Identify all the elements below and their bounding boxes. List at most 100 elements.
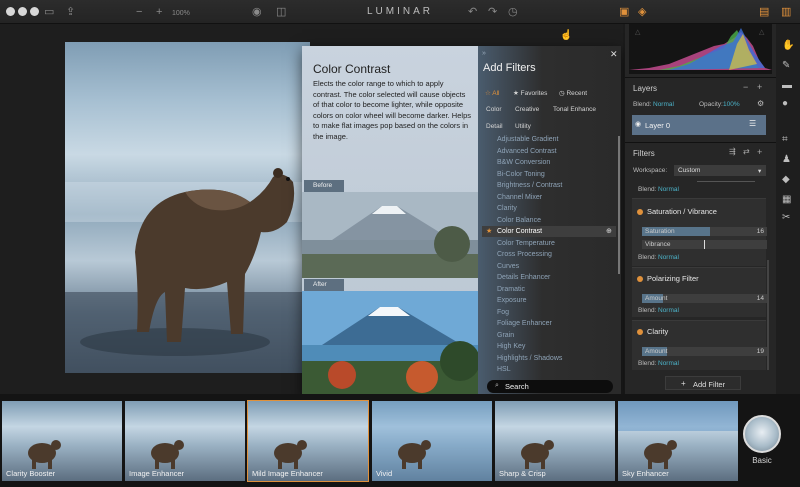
filter-item[interactable]: Cross Processing <box>497 251 552 258</box>
preset-thumbnail[interactable]: Clarity Booster <box>2 401 122 481</box>
add-layer-icon[interactable]: + <box>757 82 762 92</box>
add-filter-button[interactable]: + Add Filter <box>665 376 741 390</box>
opacity-value[interactable]: 100% <box>723 101 740 108</box>
histogram-graph: △ △ <box>629 28 772 70</box>
filter-item[interactable]: HSL <box>497 366 511 373</box>
filters-title: Filters <box>633 149 655 158</box>
filter-enabled-dot[interactable] <box>637 276 643 282</box>
filter-enabled-dot[interactable] <box>637 209 643 215</box>
filter-stack-icon[interactable]: ⇶ <box>729 147 736 156</box>
filter-item[interactable]: Channel Mixer <box>497 194 542 201</box>
bear-illustration <box>65 168 310 373</box>
filter-clarity[interactable]: Clarity Amount 19 Blend: Normal <box>632 320 767 370</box>
saturation-label: Saturation <box>645 228 675 235</box>
layer-row[interactable]: ◉ Layer 0 ☰ <box>632 115 766 135</box>
radial-mask-icon[interactable]: ● <box>782 98 788 109</box>
title-bar: ▭ ⇪ − + 100% ◉ ◫ LUMINAR ↶ ↷ ◷ ▣ ◈ ▤ ▥ <box>0 0 800 24</box>
filter-item[interactable]: Curves <box>497 263 519 270</box>
expand-icon[interactable]: » <box>482 50 486 57</box>
crop-icon[interactable]: ⌗ <box>782 134 788 145</box>
filter-blend-value[interactable]: Normal <box>658 307 679 314</box>
filter-enabled-dot[interactable] <box>637 329 643 335</box>
filter-item-selected[interactable]: Color Contrast <box>497 228 542 235</box>
filter-item[interactable]: Clarity <box>497 205 517 212</box>
scissors-icon[interactable]: ✂ <box>782 212 790 223</box>
gradient-mask-icon[interactable]: ▬ <box>782 80 792 91</box>
filter-item[interactable]: B&W Conversion <box>497 159 550 166</box>
panel-layout-icon[interactable]: ▤ <box>759 5 769 19</box>
filter-item[interactable]: Grain <box>497 332 514 339</box>
add-filter-icon[interactable]: + <box>757 147 762 157</box>
saturation-slider[interactable]: Saturation 16 <box>642 227 767 236</box>
filter-blend-value[interactable]: Normal <box>658 360 679 367</box>
filter-saturation-vibrance[interactable]: Saturation / Vibrance Saturation 16 Vibr… <box>632 198 767 266</box>
filter-item[interactable]: Fog <box>497 309 509 316</box>
filter-item[interactable]: Dramatic <box>497 286 525 293</box>
filter-polarizing[interactable]: Polarizing Filter Amount 14 Blend: Norma… <box>632 267 767 317</box>
filter-search-input[interactable]: ⌕ Search <box>487 380 613 393</box>
vibrance-slider[interactable]: Vibrance <box>642 240 767 249</box>
amount-label: Amount <box>645 295 668 302</box>
pattern-icon[interactable]: ▦ <box>782 194 791 205</box>
filter-item[interactable]: Bi-Color Toning <box>497 171 545 178</box>
right-panel: △ △ Layers − + Blend: Normal Opacity: 10… <box>625 24 776 394</box>
collapse-icon[interactable]: − <box>743 82 748 92</box>
category-utility[interactable]: Utility <box>515 123 531 130</box>
amount-value: 19 <box>756 348 764 355</box>
filter-item[interactable]: High Key <box>497 343 525 350</box>
brush-icon[interactable]: ✎ <box>782 60 790 71</box>
category-color[interactable]: Color <box>486 106 502 113</box>
category-detail[interactable]: Detail <box>486 123 503 130</box>
close-popup-icon[interactable]: ✕ <box>610 49 618 60</box>
search-placeholder: Search <box>505 382 529 391</box>
filter-item[interactable]: Highlights / Shadows <box>497 355 562 362</box>
filter-item[interactable]: Exposure <box>497 297 527 304</box>
add-filters-title: Add Filters <box>483 62 536 74</box>
preset-thumbnail-active[interactable]: Mild Image Enhancer <box>247 400 369 482</box>
history-icon[interactable]: ◷ <box>508 5 518 19</box>
undo-icon[interactable]: ↶ <box>468 5 477 19</box>
eraser-icon[interactable]: ◆ <box>782 174 790 185</box>
preset-category-button[interactable] <box>743 415 781 453</box>
filter-list-scrollbar[interactable] <box>618 136 620 274</box>
filter-item[interactable]: Advanced Contrast <box>497 148 557 155</box>
preset-thumbnail[interactable]: Vivid <box>372 401 492 481</box>
layers-blend-value[interactable]: Normal <box>653 101 674 108</box>
category-tonal-enhance[interactable]: Tonal Enhance <box>553 106 596 113</box>
filter-item[interactable]: Adjustable Gradient <box>497 136 558 143</box>
category-favorites[interactable]: ★ Favorites <box>513 89 547 97</box>
polarizing-amount-slider[interactable]: Amount 14 <box>642 294 767 303</box>
layers-toggle-icon[interactable]: ◈ <box>638 5 646 19</box>
clone-stamp-icon[interactable]: ♟ <box>782 154 791 165</box>
filter-item[interactable]: Color Temperature <box>497 240 555 247</box>
preset-thumbnail[interactable]: Sky Enhancer <box>618 401 738 481</box>
workspace-select[interactable]: Custom ▾ <box>674 165 766 176</box>
filter-item[interactable]: Details Enhancer <box>497 274 550 281</box>
add-filter-label: Add Filter <box>693 380 726 389</box>
filter-blend-value[interactable]: Normal <box>658 254 679 261</box>
filter-item[interactable]: Color Balance <box>497 217 541 224</box>
filters-scrollbar[interactable] <box>767 260 769 370</box>
filter-item[interactable]: Foliage Enhancer <box>497 320 552 327</box>
filters-blend-value[interactable]: Normal <box>658 186 679 193</box>
sidebar-toggle-icon[interactable]: ▥ <box>781 5 791 19</box>
reset-filters-icon[interactable]: ⇄ <box>743 147 750 156</box>
category-recent[interactable]: ◷ Recent <box>559 89 587 97</box>
clarity-amount-slider[interactable]: Amount 19 <box>642 347 767 356</box>
layer-settings-gear-icon[interactable]: ⚙ <box>757 99 764 108</box>
layer-visibility-eye-icon[interactable]: ◉ <box>635 120 641 128</box>
vibrance-label: Vibrance <box>645 241 671 248</box>
favorite-star-icon[interactable]: ★ <box>486 227 492 235</box>
image-canvas[interactable]: Color Contrast Elects the color range to… <box>0 24 623 399</box>
category-all[interactable]: ☆ All <box>485 89 500 97</box>
layer-adjust-icon[interactable]: ☰ <box>749 119 756 128</box>
after-label: After <box>304 279 344 291</box>
filter-item[interactable]: Brightness / Contrast <box>497 182 562 189</box>
hand-tool-icon[interactable]: ✋ <box>782 40 794 51</box>
redo-icon[interactable]: ↷ <box>488 5 497 19</box>
presets-icon[interactable]: ▣ <box>619 5 629 19</box>
preset-thumbnail[interactable]: Image Enhancer <box>125 401 245 481</box>
add-filter-plus-icon[interactable]: ⊕ <box>606 227 612 235</box>
category-creative[interactable]: Creative <box>515 106 539 113</box>
preset-thumbnail[interactable]: Sharp & Crisp <box>495 401 615 481</box>
